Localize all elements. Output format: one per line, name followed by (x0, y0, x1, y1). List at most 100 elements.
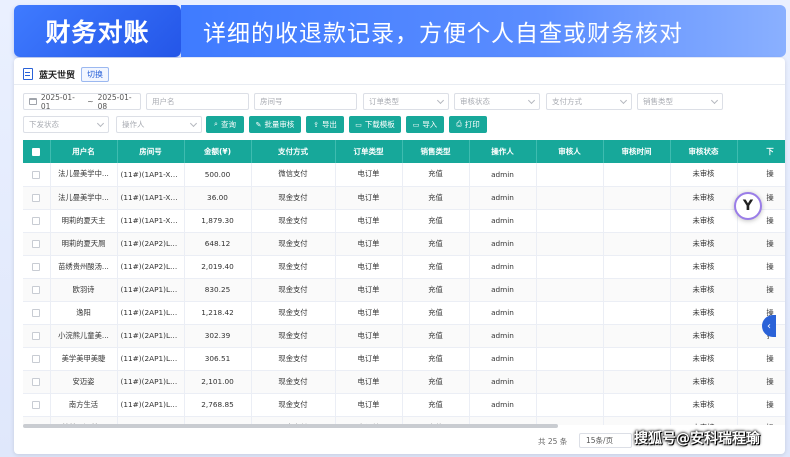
table-cell (536, 370, 604, 394)
table-cell (536, 232, 604, 256)
table-cell: 电订单 (335, 393, 403, 417)
row-checkbox[interactable] (23, 324, 51, 348)
username-input[interactable]: 用户名 (146, 93, 249, 110)
table-cell (603, 301, 671, 325)
table-cell: admin (469, 278, 537, 302)
table-cell: 未审核 (670, 347, 738, 371)
table-cell: 充值 (402, 232, 470, 256)
row-checkbox[interactable] (23, 186, 51, 210)
table-cell (603, 324, 671, 348)
table-row[interactable]: 法儿曼美学中... (11#)(1AP1-X)L... 500.00 微信支付 电订单充… (23, 163, 785, 187)
table-row[interactable]: 明莉的夏天厕 (11#)(2AP2)L20... 648.12 现金支付 电订单 充值 ad… (23, 232, 785, 256)
payment-select[interactable]: 支付方式 (546, 93, 632, 110)
table-cell: 美学美甲美睫 (50, 347, 118, 371)
table-cell: (11#)(2AP1)L20... (117, 278, 185, 302)
export-icon: ⇪ (313, 120, 319, 129)
table-cell: 现金支付 (251, 255, 336, 279)
table-row[interactable]: 欧羽诗 (11#)(2AP1)L20... 830.25 现金支付 电订单 充值 admin… (23, 278, 785, 302)
table-cell: admin (469, 301, 537, 325)
table-cell: 操 (737, 255, 785, 279)
table-cell (536, 255, 604, 279)
payment-placeholder: 支付方式 (552, 97, 582, 106)
table-cell: 充值 (402, 347, 470, 371)
table-cell: (11#)(1AP1-X)L... (117, 209, 185, 233)
banner: 财务对账 详细的收退款记录，方便个人自查或财务核对 (0, 0, 790, 62)
operator-select[interactable]: 操作人 (116, 116, 202, 133)
issue-status-select[interactable]: 下发状态 (23, 116, 109, 133)
room-input[interactable]: 房间号 (254, 93, 357, 110)
order-type-select[interactable]: 订单类型 (363, 93, 449, 110)
row-checkbox[interactable] (23, 232, 51, 256)
audit-status-select[interactable]: 审核状态 (454, 93, 540, 110)
table-row[interactable]: 逸阳 (11#)(2AP1)L20... 1,218.42 现金支付 电订单 充值 admi… (23, 301, 785, 325)
table-cell: 未审核 (670, 209, 738, 233)
table-cell: 电订单 (335, 209, 403, 233)
row-checkbox[interactable] (23, 393, 51, 417)
table-cell: 未审核 (670, 416, 738, 425)
print-button[interactable]: ⎙ 打印 (449, 116, 487, 133)
table-cell: 648.12 (184, 232, 252, 256)
table-cell (536, 301, 604, 325)
watermark: 搜狐号@安科瑞程瑜 (634, 431, 760, 447)
column-header: 销售类型 (402, 140, 470, 163)
table-cell: (11#)(2AP1)L20... (117, 347, 185, 371)
table-cell (536, 209, 604, 233)
table-cell: (11#)(1AP1-X)L... (117, 163, 185, 187)
records-table: 用户名 房间号 金额(¥) 支付方式 订单类型 销售类型 操作人 审核人 审核时间 审核状态下 法… (23, 140, 785, 425)
column-header: 房间号 (117, 140, 185, 163)
table-cell: 操 (737, 416, 785, 425)
table-row[interactable]: 苗绣贵州酸汤... (11#)(2AP2)L20... 2,019.40 现金支付 电订… (23, 255, 785, 279)
row-checkbox[interactable] (23, 301, 51, 325)
row-checkbox[interactable] (23, 209, 51, 233)
table-cell: 302.39 (184, 324, 252, 348)
row-checkbox[interactable] (23, 163, 51, 187)
table-row[interactable]: 安迈姿 (11#)(2AP1)L20... 2,101.00 现金支付 电订单 充值 adm… (23, 370, 785, 394)
row-checkbox[interactable] (23, 347, 51, 371)
download-template-button[interactable]: ▭ 下载模板 (349, 116, 401, 133)
assistant-float-button[interactable]: Y (734, 192, 762, 220)
table-cell: 明莉的夏天主 (50, 209, 118, 233)
table-cell: 操 (737, 370, 785, 394)
horizontal-scrollbar[interactable] (23, 424, 558, 428)
search-button-label: 查询 (220, 120, 236, 129)
table-cell (603, 370, 671, 394)
import-button[interactable]: ▭ 导入 (406, 116, 444, 133)
table-cell (536, 186, 604, 210)
sales-type-select[interactable]: 销售类型 (637, 93, 723, 110)
download-template-label: 下载模板 (364, 120, 395, 129)
date-range-picker[interactable]: 2025-01-01 ~ 2025-01-08 (23, 92, 141, 111)
table-cell: 电订单 (335, 301, 403, 325)
search-button[interactable]: ⌕ 查询 (206, 116, 244, 133)
table-row[interactable]: 明莉的夏天主 (11#)(1AP1-X)L... 1,879.30 现金支付 电订单 充值… (23, 209, 785, 233)
date-start: 2025-01-01 (40, 92, 75, 111)
table-cell: 现金支付 (251, 186, 336, 210)
select-all-checkbox[interactable] (23, 140, 51, 163)
table-row[interactable]: 南方生活 (11#)(2AP1)L20... 2,768.85 现金支付 电订单 充值 ad… (23, 393, 785, 417)
table-cell: 电订单 (335, 232, 403, 256)
switch-store-button[interactable]: 切换 (81, 66, 110, 82)
table-cell: (11#)(2AP2)L20... (117, 232, 185, 256)
table-cell: 现金支付 (251, 347, 336, 371)
row-checkbox[interactable] (23, 255, 51, 279)
table-cell (536, 347, 604, 371)
row-checkbox[interactable] (23, 370, 51, 394)
table-cell: 未审核 (670, 255, 738, 279)
table-cell: 操 (737, 163, 785, 187)
batch-audit-button[interactable]: ✎ 批量审核 (249, 116, 301, 133)
page-size-select[interactable]: 15条/页 (579, 433, 632, 448)
table-row[interactable]: 小浣熊儿童美... (11#)(2AP1)L20... 302.39 现金支付 电订单充… (23, 324, 785, 348)
table-cell: 1,218.42 (184, 301, 252, 325)
export-button[interactable]: ⇪ 导出 (306, 116, 344, 133)
calendar-icon (29, 98, 37, 105)
table-cell: 现金支付 (251, 324, 336, 348)
table-cell: 306.51 (184, 347, 252, 371)
table-cell: 充值 (402, 324, 470, 348)
row-checkbox[interactable] (23, 278, 51, 302)
table-cell: 苗绣贵州酸汤... (50, 255, 118, 279)
table-row[interactable]: 美学美甲美睫 (11#)(2AP1)L20... 306.51 现金支付 电订单 充值 ad… (23, 347, 785, 371)
table-cell: 电订单 (335, 186, 403, 210)
table-cell: admin (469, 324, 537, 348)
table-row[interactable]: 法儿曼美学中... (11#)(1AP1-X)L... 36.00 现金支付 电订单 充值… (23, 186, 785, 210)
column-header: 用户名 (50, 140, 118, 163)
table-cell: 扌 (737, 324, 785, 348)
